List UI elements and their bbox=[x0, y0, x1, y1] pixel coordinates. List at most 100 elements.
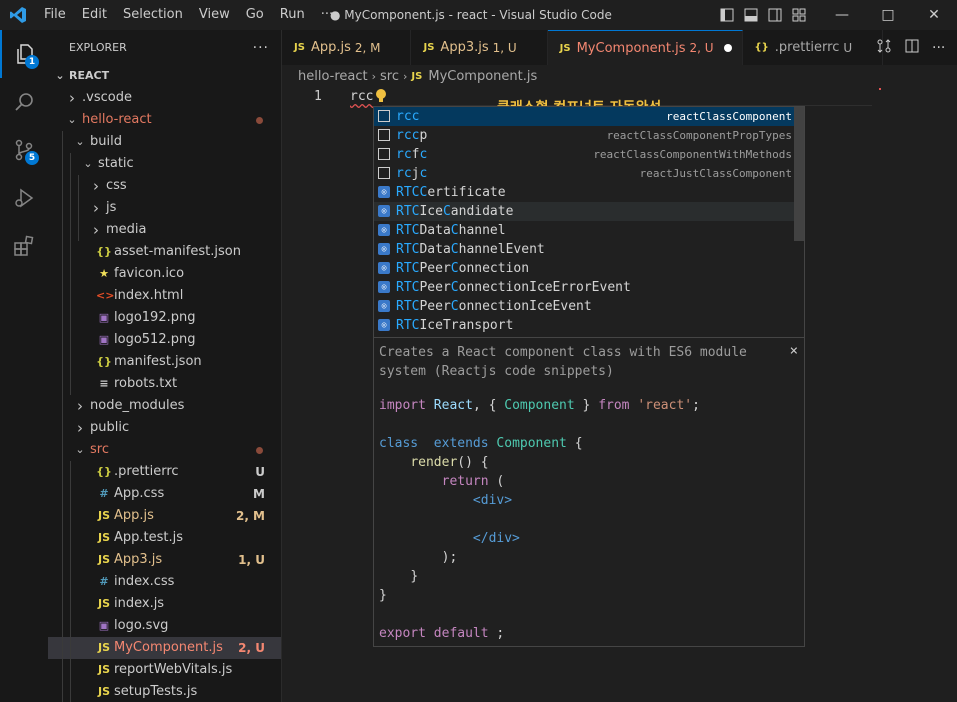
folder-item[interactable]: › js bbox=[48, 197, 281, 219]
suggestion-item[interactable]: rccp reactClassComponentPropTypes bbox=[374, 126, 804, 145]
chevron-down-icon: ⌄ bbox=[83, 157, 93, 170]
folder-item[interactable]: › node_modules bbox=[48, 395, 281, 417]
indent-guide bbox=[70, 659, 71, 681]
menu-item[interactable]: Run bbox=[272, 0, 313, 30]
file-type-icon: ≡ bbox=[99, 377, 109, 390]
close-icon[interactable]: ✕ bbox=[911, 0, 957, 30]
menu-item[interactable]: View bbox=[191, 0, 238, 30]
workspace-root[interactable]: ⌄ REACT bbox=[48, 65, 281, 87]
file-item[interactable]: {} asset-manifest.json bbox=[48, 241, 281, 263]
file-item[interactable]: ≡ robots.txt bbox=[48, 373, 281, 395]
toggle-secondary-sidebar-icon[interactable] bbox=[768, 8, 782, 22]
folder-item[interactable]: ⌄ build bbox=[48, 131, 281, 153]
file-type-icon: JS bbox=[559, 42, 571, 54]
file-item[interactable]: # index.css bbox=[48, 571, 281, 593]
file-item[interactable]: # App.css M bbox=[48, 483, 281, 505]
file-item[interactable]: ★ favicon.ico bbox=[48, 263, 281, 285]
tab[interactable]: {} .prettierrc U bbox=[743, 30, 884, 65]
menu-item[interactable]: Edit bbox=[74, 0, 115, 30]
unsaved-dot-icon[interactable] bbox=[723, 44, 732, 52]
file-item[interactable]: <> index.html bbox=[48, 285, 281, 307]
toggle-panel-icon[interactable] bbox=[744, 8, 758, 22]
suggestion-item[interactable]: ◎ RTCPeerConnectionIceEvent bbox=[374, 297, 804, 316]
file-label: App.test.js bbox=[114, 530, 184, 545]
file-type-icon: # bbox=[99, 575, 109, 588]
file-item[interactable]: ▣ logo.svg bbox=[48, 615, 281, 637]
chevron-right-icon: › bbox=[93, 221, 99, 239]
maximize-icon[interactable]: □ bbox=[865, 0, 911, 30]
suggestion-item[interactable]: ◎ RTCDataChannel bbox=[374, 221, 804, 240]
folder-item[interactable]: › public bbox=[48, 417, 281, 439]
file-item[interactable]: JS App.js 2, M bbox=[48, 505, 281, 527]
tab[interactable]: JS App.js 2, M bbox=[282, 30, 412, 65]
search-icon[interactable] bbox=[0, 78, 48, 126]
extensions-icon[interactable] bbox=[0, 222, 48, 270]
file-item[interactable]: JS index.js bbox=[48, 593, 281, 615]
file-item[interactable]: JS App.test.js bbox=[48, 527, 281, 549]
menu-item[interactable]: Go bbox=[238, 0, 272, 30]
file-item[interactable]: ▣ logo192.png bbox=[48, 307, 281, 329]
split-editor-icon[interactable] bbox=[904, 38, 920, 58]
breadcrumb-item[interactable]: src bbox=[380, 69, 399, 84]
suggestion-item[interactable]: ◎ RTCIceTransport bbox=[374, 316, 804, 335]
indent-guide bbox=[62, 549, 63, 571]
tab-label: App3.js bbox=[440, 40, 489, 55]
tab[interactable]: JS App3.js 1, U bbox=[411, 30, 548, 65]
file-type-icon: JS bbox=[423, 42, 435, 53]
folder-item[interactable]: › css bbox=[48, 175, 281, 197]
folder-item[interactable]: ⌄ src bbox=[48, 439, 281, 461]
file-item[interactable]: {} .prettierrc U bbox=[48, 461, 281, 483]
suggestion-item[interactable]: rcjc reactJustClassComponent bbox=[374, 164, 804, 183]
tab-label: .prettierrc bbox=[774, 40, 840, 55]
folder-item[interactable]: › .vscode bbox=[48, 87, 281, 109]
code-line[interactable]: rcc bbox=[350, 87, 373, 106]
source-control-badge: 5 bbox=[25, 151, 39, 165]
minimize-icon[interactable]: — bbox=[819, 0, 865, 30]
indent-guide bbox=[62, 307, 63, 329]
menu-item[interactable]: File bbox=[36, 0, 74, 30]
file-item[interactable]: ▣ logo512.png bbox=[48, 329, 281, 351]
suggestion-item[interactable]: ◎ RTCPeerConnection bbox=[374, 259, 804, 278]
explorer-icon[interactable]: 1 bbox=[0, 30, 48, 78]
file-label: reportWebVitals.js bbox=[114, 662, 233, 677]
file-tree: › .vscode ⌄ hello-react ⌄ build ⌄ static › css › js… bbox=[48, 87, 281, 702]
suggestion-item[interactable]: ◎ RTCIceCandidate bbox=[374, 202, 804, 221]
folder-item[interactable]: ⌄ hello-react bbox=[48, 109, 281, 131]
snippet-icon bbox=[378, 148, 390, 160]
file-item[interactable]: JS setupTests.js bbox=[48, 681, 281, 702]
folder-item[interactable]: ⌄ static bbox=[48, 153, 281, 175]
lightbulb-icon[interactable] bbox=[375, 88, 387, 104]
indent-guide bbox=[70, 219, 71, 241]
run-debug-icon[interactable] bbox=[0, 174, 48, 222]
toggle-primary-sidebar-icon[interactable] bbox=[720, 8, 734, 22]
suggestion-item[interactable]: rcfc reactClassComponentWithMethods bbox=[374, 145, 804, 164]
file-item[interactable]: {} manifest.json bbox=[48, 351, 281, 373]
file-item[interactable]: JS MyComponent.js 2, U bbox=[48, 637, 281, 659]
suggestion-item[interactable]: ◎ RTCPeerConnectionIceErrorEvent bbox=[374, 278, 804, 297]
chevron-down-icon: ⌄ bbox=[67, 113, 77, 126]
folder-item[interactable]: › media bbox=[48, 219, 281, 241]
breadcrumb-item[interactable]: MyComponent.js bbox=[428, 69, 537, 84]
file-item[interactable]: JS reportWebVitals.js bbox=[48, 659, 281, 681]
menu-item[interactable]: Selection bbox=[115, 0, 191, 30]
close-details-icon[interactable]: × bbox=[790, 343, 798, 359]
suggestion-item[interactable]: rcc reactClassComponent bbox=[374, 107, 804, 126]
compare-changes-icon[interactable] bbox=[876, 38, 892, 58]
file-label: index.html bbox=[114, 288, 184, 303]
file-type-icon: JS bbox=[97, 641, 110, 654]
file-item[interactable]: JS App3.js 1, U bbox=[48, 549, 281, 571]
file-type-icon: JS bbox=[97, 597, 110, 610]
file-type-icon: ▣ bbox=[98, 619, 110, 632]
customize-layout-icon[interactable] bbox=[792, 8, 806, 22]
chevron-right-icon: › bbox=[93, 199, 99, 217]
more-actions-icon[interactable]: ··· bbox=[253, 40, 269, 56]
breadcrumb-item[interactable]: hello-react bbox=[298, 69, 368, 84]
suggestion-item[interactable]: ◎ RTCCertificate bbox=[374, 183, 804, 202]
source-control-icon[interactable]: 5 bbox=[0, 126, 48, 174]
editor-more-icon[interactable]: ··· bbox=[932, 40, 945, 56]
tab[interactable]: JS MyComponent.js 2, U bbox=[547, 30, 743, 65]
indent-guide bbox=[70, 263, 71, 285]
suggestion-scrollbar[interactable] bbox=[794, 107, 804, 241]
suggestion-item[interactable]: ◎ RTCDataChannelEvent bbox=[374, 240, 804, 259]
chevron-right-icon: › bbox=[69, 89, 75, 107]
